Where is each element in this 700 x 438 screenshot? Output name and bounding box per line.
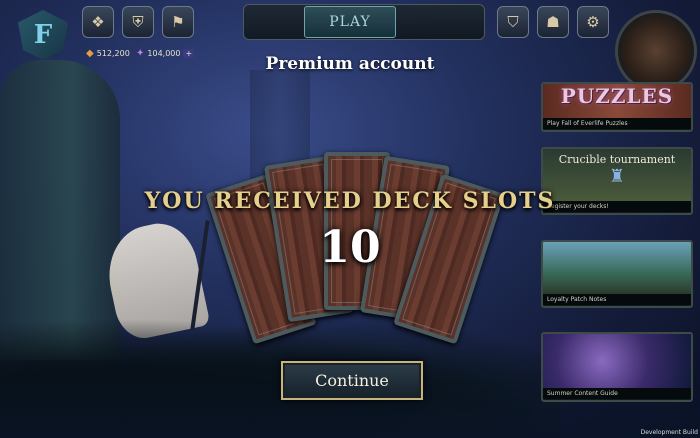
settings-button[interactable]: ⚙	[577, 6, 609, 38]
news-caption: Play Fall of Everlife Puzzles	[543, 118, 691, 129]
news-title: PUZZLES	[560, 84, 674, 108]
friends-button[interactable]: ☗	[537, 6, 569, 38]
deck-builder-button[interactable]: ⛨	[122, 6, 154, 38]
shop-button[interactable]: ⚑	[162, 6, 194, 38]
cards-icon: ❖	[91, 13, 105, 31]
continue-button[interactable]: Continue	[281, 361, 423, 400]
people-icon: ☗	[546, 13, 560, 31]
news-caption: Loyalty Patch Notes	[543, 294, 691, 305]
social-button[interactable]: ⛉	[497, 6, 529, 38]
play-button[interactable]: PLAY	[304, 6, 396, 38]
news-panel-content-guide[interactable]: Summer Content Guide	[541, 332, 693, 402]
shield-icon: ⛉	[507, 13, 519, 31]
helmet-icon: ⛨	[132, 13, 144, 31]
news-panel-puzzles[interactable]: PUZZLES Play Fall of Everlife Puzzles	[541, 82, 693, 132]
collection-button[interactable]: ❖	[82, 6, 114, 38]
deck-slot-count: 10	[319, 222, 381, 273]
news-title: Crucible tournament	[558, 153, 676, 166]
build-label: Development Build	[640, 429, 698, 436]
news-art: PUZZLES	[543, 84, 691, 118]
logo-icon: F	[33, 20, 53, 50]
received-text: YOU RECEIVED DECK SLOTS	[144, 188, 556, 214]
gear-icon: ⚙	[586, 13, 600, 31]
game-logo[interactable]: F	[18, 10, 68, 60]
news-art	[543, 334, 691, 388]
player-avatar[interactable]: 100	[615, 10, 697, 93]
dialog-title: Premium account	[265, 54, 435, 74]
trophy-icon: ♜	[608, 166, 626, 187]
chest-icon: ⚑	[171, 13, 185, 31]
news-caption: Summer Content Guide	[543, 388, 691, 399]
